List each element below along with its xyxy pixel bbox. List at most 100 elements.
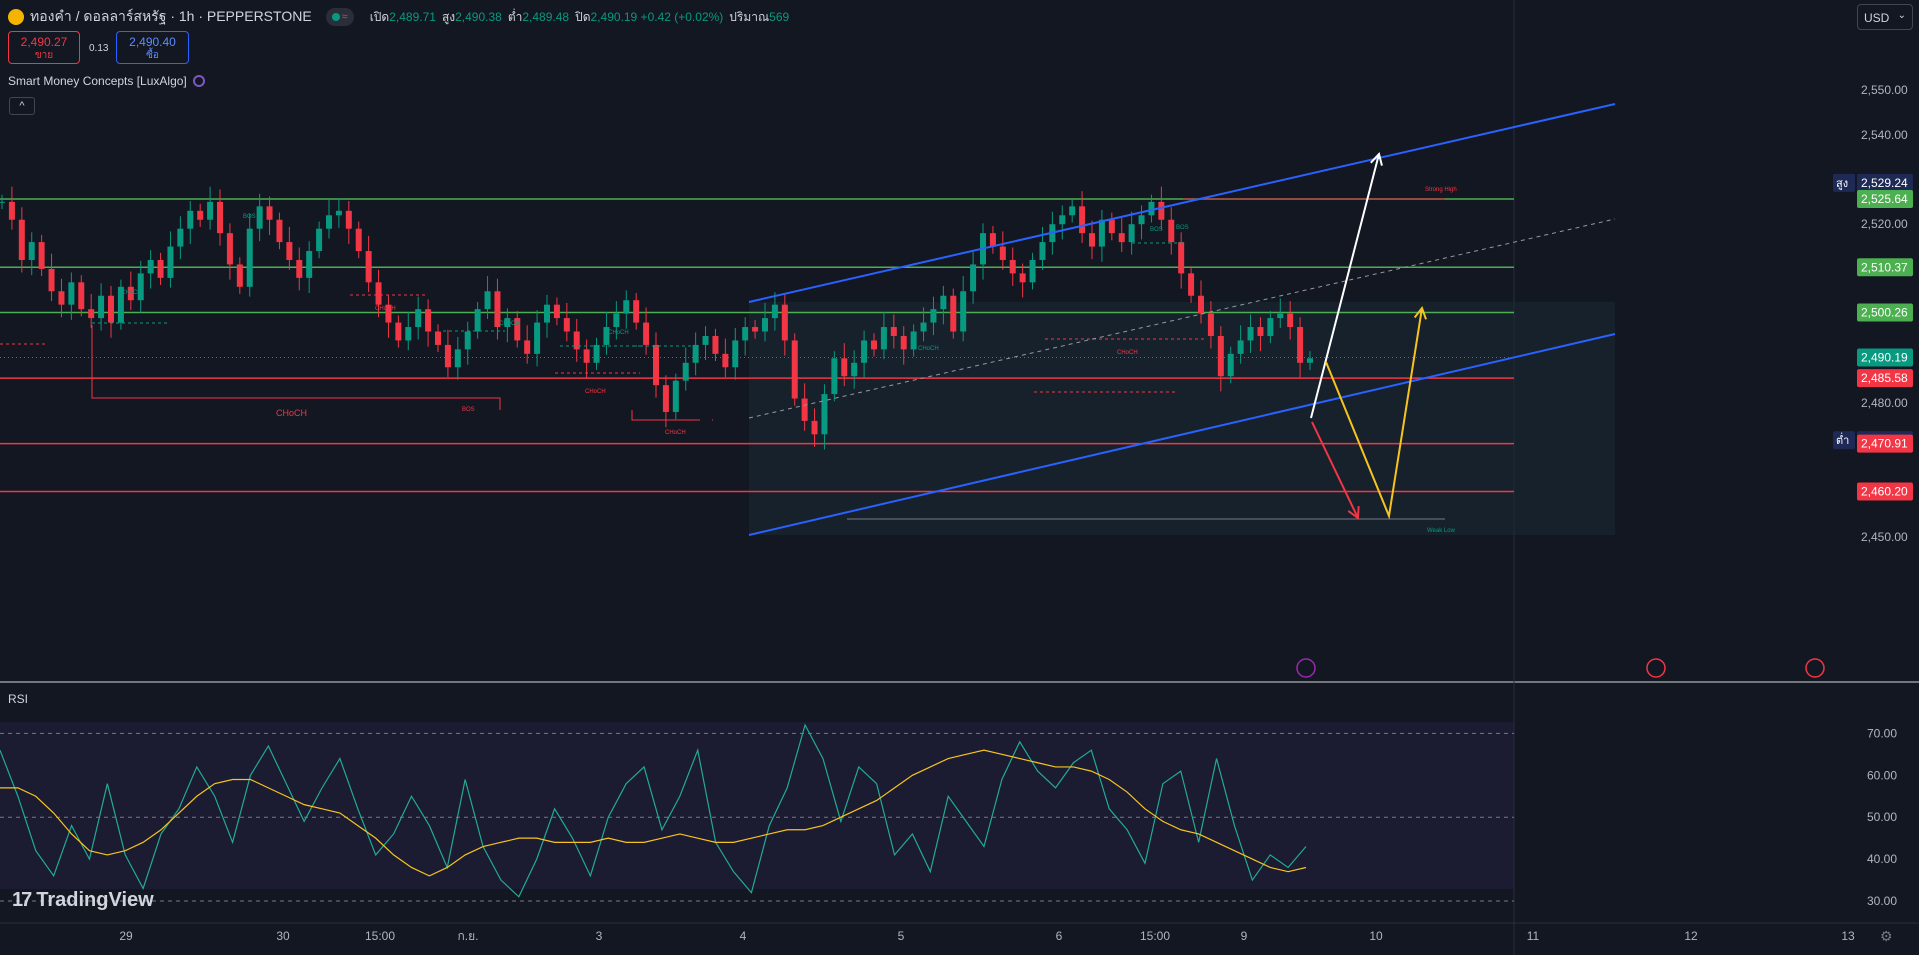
time-tick-11: 11 xyxy=(1527,929,1540,943)
us-flag-event-icon-2 xyxy=(1805,658,1825,678)
price-tick-4: 2,450.00 xyxy=(1861,530,1908,544)
candle-body xyxy=(435,331,441,345)
candle-body xyxy=(781,304,788,341)
candle-body xyxy=(306,251,313,278)
candle-body xyxy=(355,228,362,252)
candle-body xyxy=(246,228,253,287)
time-tick-10: 10 xyxy=(1369,929,1383,943)
candle-body xyxy=(108,295,114,323)
candle-body xyxy=(98,295,105,319)
candle-body xyxy=(286,242,293,260)
chevron-down-icon: ⌄ xyxy=(1897,10,1906,21)
candle-body xyxy=(643,322,650,345)
price-tick-1: 2,540.00 xyxy=(1861,128,1908,142)
close-key: ปิด xyxy=(575,9,591,24)
candle-body xyxy=(474,309,481,332)
us-flag-event-icon xyxy=(1646,658,1666,678)
candle-body xyxy=(88,309,95,319)
candle-body xyxy=(1108,219,1115,234)
rsi-tick-3: 40.00 xyxy=(1867,852,1897,866)
rsi-legend[interactable]: RSI xyxy=(8,692,28,706)
candle-body xyxy=(702,335,709,345)
candle-body xyxy=(1019,273,1026,283)
candle-body xyxy=(266,206,273,220)
candle-body xyxy=(365,251,372,283)
candle-body xyxy=(900,335,907,350)
candle-body xyxy=(425,309,432,332)
candle-body xyxy=(940,295,947,310)
candle-body xyxy=(1267,318,1274,336)
candle-body xyxy=(593,344,600,363)
candle-body xyxy=(296,259,303,278)
chart-area[interactable]: Strong High Weak Low CHoCH CHoCH CHoCH CHoCH C… xyxy=(0,0,1919,955)
candle-body xyxy=(851,362,858,377)
buy-price: 2,490.40 xyxy=(129,35,176,49)
candle-body xyxy=(970,264,977,292)
time-tick-6: 5 xyxy=(898,929,905,943)
candle-body xyxy=(732,340,739,368)
currency-label: USD xyxy=(1864,11,1890,25)
candle-body xyxy=(801,398,808,421)
high-key: สูง xyxy=(441,9,456,24)
candle-body xyxy=(1128,224,1135,243)
event-lightning-icon xyxy=(1296,658,1316,678)
candle-body xyxy=(672,380,679,412)
candle-body xyxy=(38,242,45,269)
choch-label-8: CHoCH xyxy=(276,408,307,418)
candle-body xyxy=(217,201,223,234)
tradingview-logo[interactable]: 17 TradingView xyxy=(12,889,154,912)
low-key: ต่ำ xyxy=(507,9,523,24)
choch-label-7: CHoCH xyxy=(1117,350,1138,356)
candle-body xyxy=(910,331,917,350)
choch-label-4: CHoCH xyxy=(585,389,606,395)
candle-body xyxy=(395,322,402,341)
candle-body xyxy=(405,327,412,341)
time-tick-5: 4 xyxy=(740,929,747,943)
candle-body xyxy=(78,282,85,310)
rsi-tick-1: 60.00 xyxy=(1867,768,1897,782)
collapse-legend-button[interactable]: ^ xyxy=(9,97,35,115)
weak-low-label: Weak Low xyxy=(1427,528,1456,534)
candle-body xyxy=(831,358,838,395)
candle-body xyxy=(1138,215,1145,225)
candle-body xyxy=(1247,327,1254,341)
candle-body xyxy=(226,233,233,265)
spread-value: 0.13 xyxy=(89,43,109,54)
gold-symbol-icon xyxy=(8,9,24,25)
candle-body xyxy=(1089,233,1095,247)
candle-body xyxy=(58,291,65,305)
rsi-tick-0: 70.00 xyxy=(1867,726,1897,740)
candle-body xyxy=(920,322,927,332)
candle-body xyxy=(553,304,560,319)
price-tick-0: 2,550.00 xyxy=(1861,83,1908,97)
rsi-tick-2: 50.00 xyxy=(1867,810,1897,824)
bos-label-0: BOS xyxy=(243,214,256,220)
price-label-1: 2,525.64 xyxy=(1861,192,1908,206)
sell-price: 2,490.27 xyxy=(20,35,68,49)
candle-body xyxy=(762,318,768,332)
buy-button[interactable]: 2,490.40 ซื้อ xyxy=(116,31,189,64)
candle-body xyxy=(1237,340,1244,354)
bos-label-1: BOS xyxy=(462,407,475,413)
candle-body xyxy=(256,206,263,229)
time-tick-2: 15:00 xyxy=(365,929,395,943)
choch-label-0: CHoCH xyxy=(121,290,142,296)
time-tick-3: ก.ย. xyxy=(458,929,479,943)
choch-label-1: CHoCH xyxy=(375,306,396,312)
indicator-legend[interactable]: Smart Money Concepts [LuxAlgo] xyxy=(8,74,205,88)
candle-body xyxy=(1158,201,1165,220)
sell-button[interactable]: 2,490.27 ขาย xyxy=(8,31,80,64)
symbol-title[interactable]: ทองคำ / ดอลลาร์สหรัฐ · 1h · PEPPERSTONE xyxy=(30,6,312,28)
candle-body xyxy=(326,215,332,229)
market-status-badge[interactable]: ≈ xyxy=(325,8,354,26)
candle-body xyxy=(791,340,798,399)
currency-select[interactable]: USD ⌄ xyxy=(1857,4,1913,30)
candle-body xyxy=(167,246,174,278)
gear-icon[interactable]: ⚙ xyxy=(1880,928,1893,945)
sell-label: ขาย xyxy=(34,50,54,61)
choch-label-6: CHoCH xyxy=(918,346,939,352)
strong-high-label: Strong High xyxy=(1425,187,1457,193)
candle-body xyxy=(1277,313,1284,319)
candle-body xyxy=(1039,242,1046,260)
loading-icon xyxy=(192,75,205,87)
